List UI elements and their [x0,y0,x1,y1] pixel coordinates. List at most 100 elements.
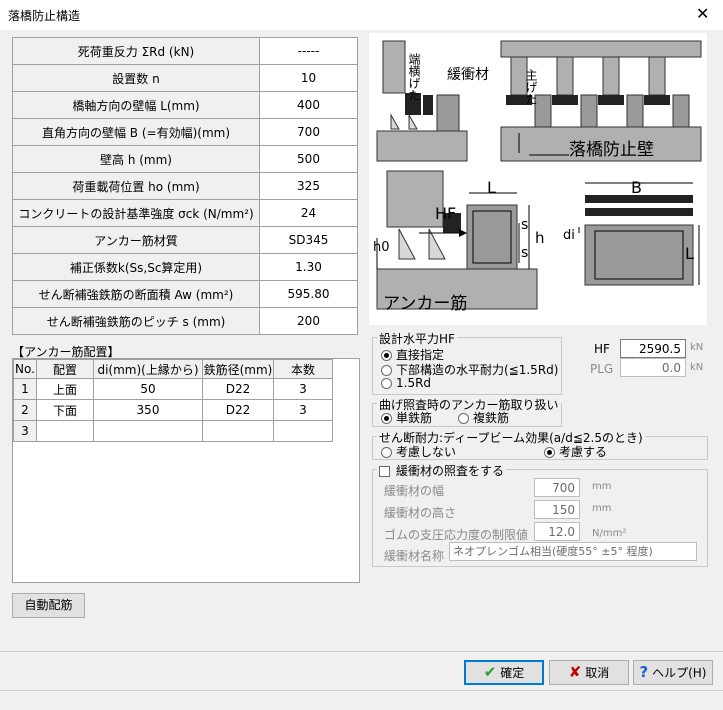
help-button[interactable]: ? ヘルプ(H) [633,660,713,685]
param-row: せん断補強鉄筋の断面積 Aw (mm²) 595.80 [12,280,358,308]
param-value[interactable]: 500 [259,145,358,173]
label-HF: HF [435,204,456,223]
cushion-width-label: 緩衝材の幅 [384,484,445,498]
param-label: せん断補強鉄筋の断面積 Aw (mm²) [12,280,260,308]
param-row: 荷重載荷位置 ho (mm) 325 [12,172,358,200]
cushion-height-label: 緩衝材の高さ [384,506,457,520]
col-diameter: 鉄筋径(mm) [202,359,274,379]
anchor-cell[interactable] [202,420,274,442]
row-number: 3 [13,420,37,442]
anchor-row[interactable]: 3 [13,420,333,442]
param-value[interactable]: 400 [259,91,358,119]
anchor-cell[interactable]: 下面 [36,399,94,421]
auto-arrange-button[interactable]: 自動配筋 [12,593,85,618]
label-L2: L [685,244,694,263]
cushion-stress-label: ゴムの支圧応力度の制限値 [384,528,529,542]
radio-icon [381,350,392,361]
radio-icon [381,413,392,424]
help-icon: ? [639,663,649,681]
anchor-cell[interactable]: 350 [93,399,203,421]
param-value[interactable]: 200 [259,307,358,335]
label-L: L [487,178,496,197]
param-label: 壁高 h (mm) [12,145,260,173]
footer-divider [0,651,723,652]
shear-option-ignore[interactable]: 考慮しない [381,443,456,460]
plg-input[interactable]: 0.0 [620,358,686,377]
close-icon[interactable]: ✕ [696,4,709,23]
label-s1: s [521,217,528,233]
anchor-cell[interactable]: D22 [202,378,274,400]
ok-button[interactable]: ✔ 確定 [464,660,544,685]
structure-diagram: 端横げた 緩衝材 主げた 落橋防止壁 L B HF s s h h0 di L … [369,33,707,325]
anchor-cell[interactable] [93,420,203,442]
param-value[interactable]: ----- [259,37,358,65]
window-title: 落橋防止構造 [8,9,81,23]
bend-option-double[interactable]: 複鉄筋 [458,409,509,426]
anchor-table[interactable]: No. 配置 di(mm)(上縁から) 鉄筋径(mm) 本数 1 上面 50 D22 3… [13,359,333,442]
label-s2: s [521,245,528,261]
param-label: 設置数 n [12,64,260,92]
params-table: 死荷重反力 ΣRd (kN) ----- 設置数 n 10 橋軸方向の壁幅 L(mm) 4… [12,37,358,335]
col-no: No. [13,359,37,379]
radio-icon [458,413,469,424]
param-row: アンカー筋材質 SD345 [12,226,358,254]
status-bar [0,690,723,710]
hf-unit: kN [690,342,704,353]
param-row: 壁高 h (mm) 500 [12,145,358,173]
param-row: 補正係数k(Ss,Sc算定用) 1.30 [12,253,358,281]
anchor-row[interactable]: 2 下面 350 D22 3 [13,399,333,421]
hf-input[interactable]: 2590.5 [620,339,686,358]
param-row: 死荷重反力 ΣRd (kN) ----- [12,37,358,65]
param-label: 荷重載荷位置 ho (mm) [12,172,260,200]
cushion-height-unit: mm [592,503,612,514]
label-di: di [563,228,575,243]
col-count: 本数 [273,359,333,379]
param-row: 直角方向の壁幅 B (=有効幅)(mm) 700 [12,118,358,146]
anchor-cell[interactable]: D22 [202,399,274,421]
cushion-height-input[interactable]: 150 [534,500,580,519]
radio-icon [544,447,555,458]
radio-icon [381,378,392,389]
param-value[interactable]: 1.30 [259,253,358,281]
bend-option-single[interactable]: 単鉄筋 [381,409,432,426]
param-value[interactable]: 10 [259,64,358,92]
plg-unit: kN [690,362,704,373]
col-di: di(mm)(上縁から) [93,359,203,379]
param-label: 橋軸方向の壁幅 L(mm) [12,91,260,119]
cancel-button[interactable]: ✘ 取消 [549,660,629,685]
anchor-cell[interactable] [36,420,94,442]
anchor-cell[interactable] [273,420,333,442]
anchor-cell[interactable]: 上面 [36,378,94,400]
cushion-name-label: 緩衝材名称 [384,549,445,563]
shear-option-consider[interactable]: 考慮する [544,443,607,460]
param-value[interactable]: SD345 [259,226,358,254]
row-number: 1 [13,378,37,400]
anchor-row[interactable]: 1 上面 50 D22 3 [13,378,333,400]
label-wall: 落橋防止壁 [569,140,654,160]
label-h: h [535,229,545,247]
x-icon: ✘ [568,663,582,681]
param-label: 死荷重反力 ΣRd (kN) [12,37,260,65]
anchor-cell[interactable]: 3 [273,378,333,400]
plg-label: PLG [590,362,614,376]
param-value[interactable]: 700 [259,118,358,146]
label-kanshozai: 緩衝材 [447,67,489,83]
row-number: 2 [13,399,37,421]
param-value[interactable]: 595.80 [259,280,358,308]
param-row: 橋軸方向の壁幅 L(mm) 400 [12,91,358,119]
anchor-cell[interactable]: 3 [273,399,333,421]
anchor-cell[interactable]: 50 [93,378,203,400]
param-label: アンカー筋材質 [12,226,260,254]
cushion-name-input[interactable]: ネオプレンゴム相当(硬度55° ±5° 程度) [449,542,697,561]
param-value[interactable]: 325 [259,172,358,200]
hf-option-15rd[interactable]: 1.5Rd [381,376,431,390]
cushion-width-input[interactable]: 700 [534,478,580,497]
param-label: コンクリートの設計基準強度 σck (N/mm²) [12,199,260,227]
cushion-stress-unit: N/mm² [592,528,627,539]
label-hashi: 端横げた [407,53,421,101]
check-icon: ✔ [483,663,497,681]
param-value[interactable]: 24 [259,199,358,227]
cushion-stress-input[interactable]: 12.0 [534,522,580,541]
checkbox-icon [379,466,390,477]
cushion-check[interactable]: 緩衝材の照査をする [377,462,507,479]
